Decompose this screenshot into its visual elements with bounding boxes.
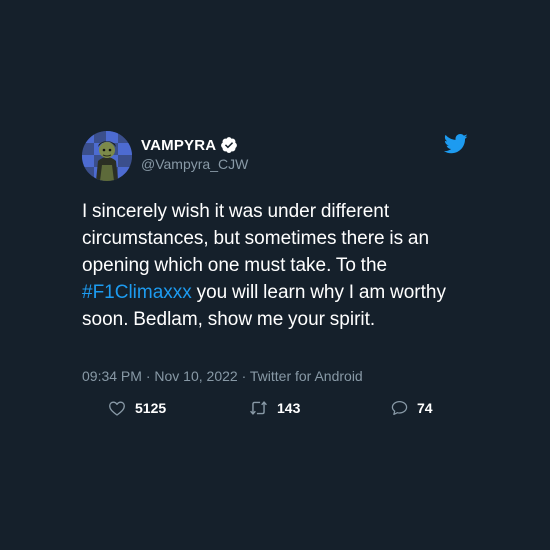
meta-separator: · xyxy=(241,368,247,384)
verified-badge-icon xyxy=(221,137,238,153)
reply-count: 74 xyxy=(417,400,433,416)
user-handle[interactable]: @Vampyra_CJW xyxy=(141,156,248,172)
like-count: 5125 xyxy=(135,400,167,416)
twitter-bird-icon[interactable] xyxy=(444,134,468,154)
avatar-character-icon xyxy=(82,131,132,181)
hashtag-link[interactable]: #F1Climaxxx xyxy=(82,282,192,303)
display-name[interactable]: VAMPYRA xyxy=(141,137,216,154)
avatar[interactable] xyxy=(82,131,132,181)
tweet-text: I sincerely wish it was under different … xyxy=(82,198,482,333)
tweet-text-part: I sincerely wish it was under different … xyxy=(82,201,430,276)
tweet-stats: 5125 143 74 xyxy=(0,398,550,418)
name-row: VAMPYRA xyxy=(141,135,238,155)
heart-icon xyxy=(109,401,125,416)
reply-bubble-icon xyxy=(391,400,408,416)
tweet-time[interactable]: 09:34 PM xyxy=(82,368,142,384)
tweet-date[interactable]: Nov 10, 2022 xyxy=(154,368,237,384)
tweet-client: Twitter for Android xyxy=(249,368,363,384)
retweet-stat[interactable]: 143 xyxy=(249,398,300,418)
tweet-meta: 09:34 PM · Nov 10, 2022 · Twitter for An… xyxy=(82,368,363,384)
reply-stat[interactable]: 74 xyxy=(391,398,433,418)
retweet-icon xyxy=(250,401,267,415)
meta-separator: · xyxy=(145,368,151,384)
like-stat[interactable]: 5125 xyxy=(108,398,166,418)
tweet-card: VAMPYRA @Vampyra_CJW I sincerely wish it… xyxy=(0,0,550,550)
retweet-count: 143 xyxy=(277,400,301,416)
